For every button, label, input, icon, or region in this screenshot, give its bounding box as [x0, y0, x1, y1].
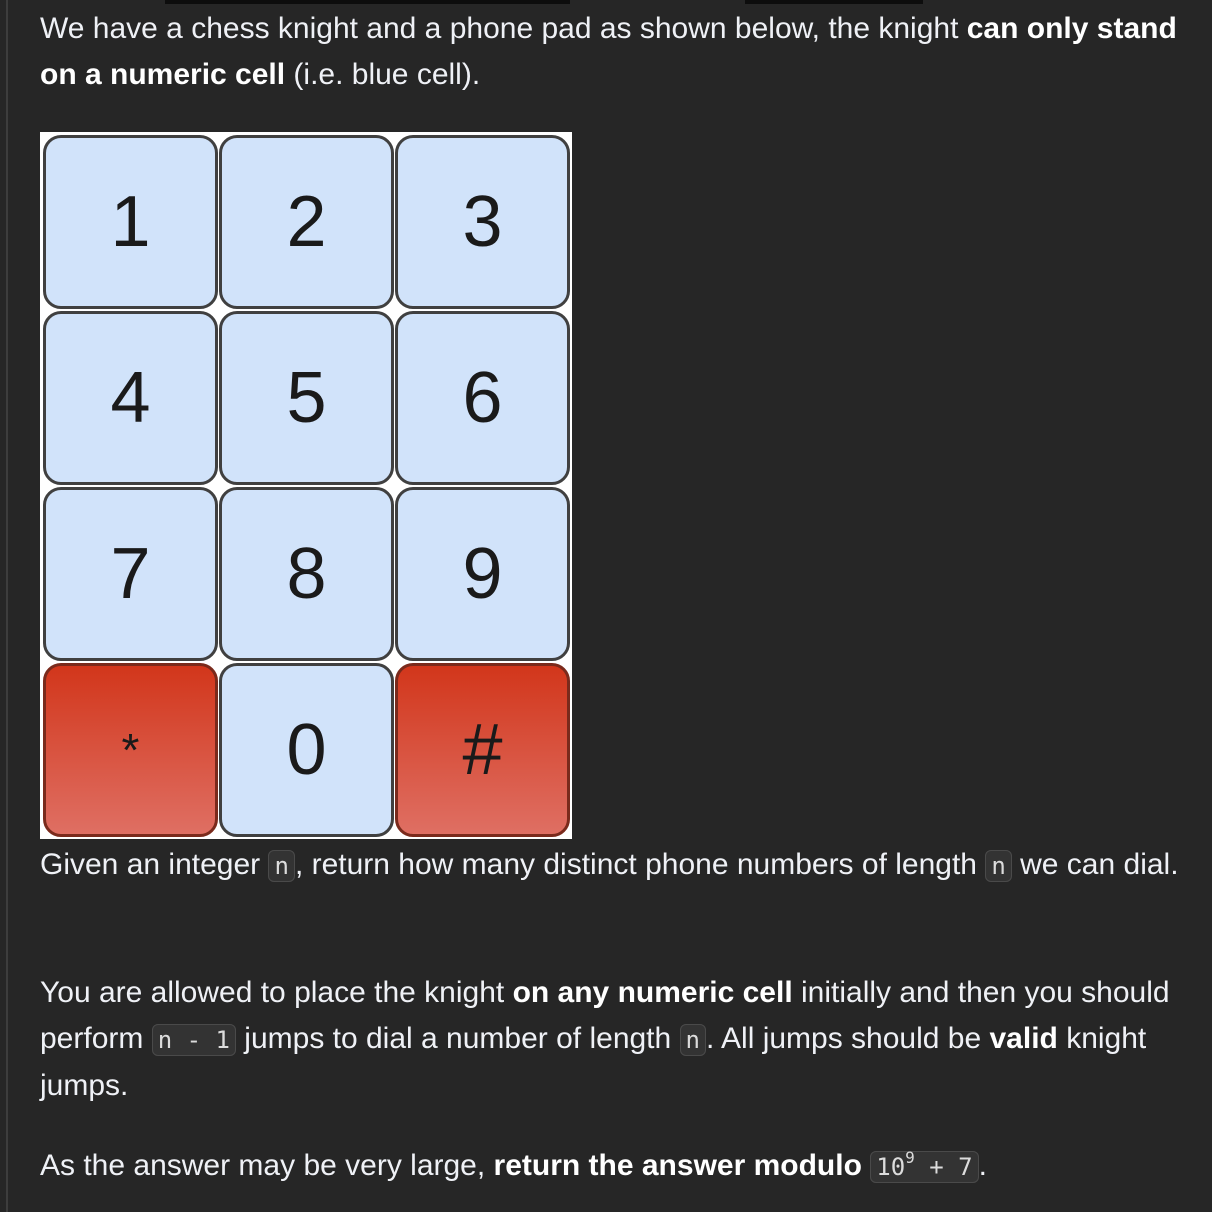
inline-code-n: n — [679, 1024, 706, 1056]
intro-text: We have a chess knight and a phone pad a… — [40, 12, 967, 45]
modulo-exponent: 9 — [905, 1148, 915, 1167]
key-hash: # — [395, 663, 570, 837]
rules-text: You are allowed to place the knight — [40, 976, 513, 1009]
key-1: 1 — [43, 135, 218, 309]
intro-text-end: (i.e. blue cell). — [285, 58, 481, 91]
modulo-bold: return the answer modulo — [493, 1149, 862, 1182]
top-edge-bar — [165, 0, 570, 4]
rules-bold: valid — [989, 1022, 1058, 1055]
task-text: Given an integer — [40, 848, 269, 881]
key-5: 5 — [219, 311, 394, 485]
left-divider — [6, 0, 8, 1212]
rules-text: . All jumps should be — [706, 1022, 990, 1055]
inline-code-modulo: 109 + 7 — [870, 1148, 979, 1183]
key-7: 7 — [43, 487, 218, 661]
inline-code-n: n — [985, 850, 1012, 882]
task-text: we can dial. — [1011, 848, 1179, 881]
inline-code-n: n — [268, 850, 295, 882]
top-edge-bar — [745, 0, 923, 4]
key-star: * — [43, 663, 218, 837]
rules-text: jumps to dial a number of length — [235, 1022, 680, 1055]
modulo-text: As the answer may be very large, — [40, 1149, 494, 1182]
key-9: 9 — [395, 487, 570, 661]
modulo-text-end: . — [978, 1149, 987, 1182]
task-text: , return how many distinct phone numbers… — [294, 848, 986, 881]
intro-paragraph: We have a chess knight and a phone pad a… — [40, 6, 1200, 98]
modulo-rest: + 7 — [914, 1153, 973, 1181]
inline-code-n-minus-1: n - 1 — [151, 1024, 236, 1056]
rules-paragraph: You are allowed to place the knight on a… — [40, 970, 1200, 1109]
key-6: 6 — [395, 311, 570, 485]
key-8: 8 — [219, 487, 394, 661]
key-3: 3 — [395, 135, 570, 309]
key-0: 0 — [219, 663, 394, 837]
modulo-paragraph: As the answer may be very large, return … — [40, 1143, 987, 1190]
phone-keypad-image: 1 2 3 4 5 6 7 8 9 * 0 # — [40, 132, 572, 839]
key-4: 4 — [43, 311, 218, 485]
rules-bold: on any numeric cell — [512, 976, 793, 1009]
modulo-base: 10 — [876, 1153, 906, 1181]
task-paragraph: Given an integer n, return how many dist… — [40, 842, 1179, 889]
key-2: 2 — [219, 135, 394, 309]
